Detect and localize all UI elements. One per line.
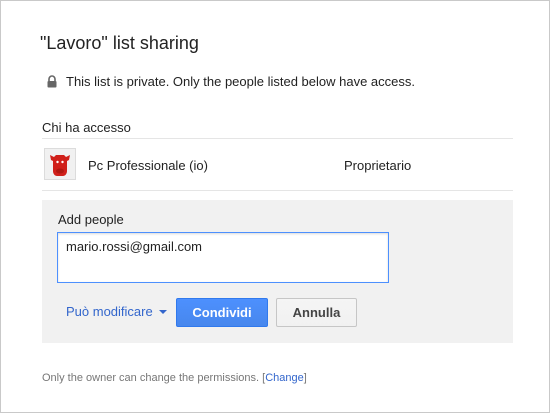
- add-people-label: Add people: [58, 212, 124, 227]
- cow-logo-icon: [50, 155, 70, 176]
- access-list-row: Pc Professionale (io) Proprietario: [42, 146, 513, 182]
- dialog-title: "Lavoro" list sharing: [40, 33, 199, 53]
- add-people-panel: Add people Può modificare Condividi Annu…: [42, 200, 513, 343]
- add-people-input[interactable]: [57, 232, 389, 283]
- permission-label: Può modificare: [66, 304, 153, 319]
- share-dialog: "Lavoro" list sharing This list is priva…: [0, 0, 550, 413]
- divider: [42, 138, 513, 139]
- owner-name: Pc Professionale (io): [88, 158, 208, 173]
- footer-bracket-close: ]: [303, 372, 307, 384]
- footer-note: Only the owner can change the permission…: [42, 372, 307, 384]
- share-button[interactable]: Condividi: [176, 298, 268, 327]
- access-section-label: Chi ha accesso: [42, 120, 131, 135]
- chevron-down-icon: [158, 309, 167, 314]
- privacy-notice: This list is private. Only the people li…: [46, 74, 415, 89]
- cancel-button[interactable]: Annulla: [276, 298, 357, 327]
- divider: [42, 190, 513, 191]
- avatar: [44, 148, 76, 180]
- lock-icon: [46, 75, 58, 88]
- change-permissions-link[interactable]: Change: [265, 372, 304, 384]
- permission-dropdown[interactable]: Può modificare: [66, 304, 167, 319]
- owner-role: Proprietario: [344, 158, 412, 173]
- footer-text: Only the owner can change the permission…: [42, 372, 260, 384]
- privacy-text: This list is private. Only the people li…: [66, 74, 416, 89]
